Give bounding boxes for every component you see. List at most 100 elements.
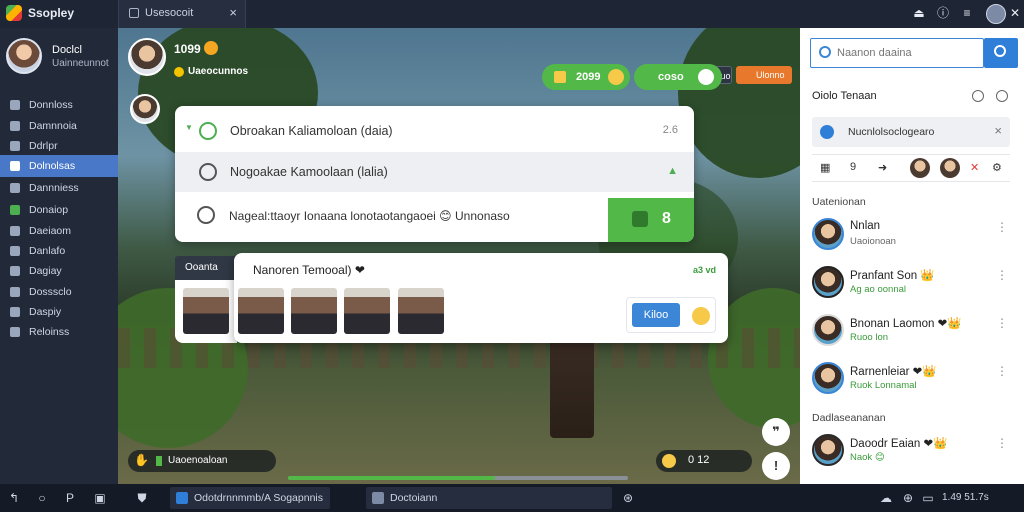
avatar xyxy=(812,218,844,250)
sidebar-item-8[interactable]: Dagiay xyxy=(0,260,118,282)
xp-value: coso xyxy=(658,71,684,83)
chat-bubble-button[interactable]: ❞ xyxy=(762,418,790,446)
more-icon[interactable]: ⋮ xyxy=(996,268,1008,282)
friend-item[interactable]: Rarnenleiar ❤👑 Ruok Lonnamal ⋮ xyxy=(800,358,1024,406)
close-icon[interactable]: × xyxy=(994,123,1002,138)
sidebar-item-1[interactable]: Damnnoia xyxy=(0,115,118,137)
grid-icon[interactable]: ▦ xyxy=(820,161,830,174)
settings-icon[interactable]: ⚙ xyxy=(992,161,1002,174)
friend-item[interactable]: Daoodr Eaian ❤👑 Naok 😊 ⋮ xyxy=(800,430,1024,478)
info-button[interactable]: ! xyxy=(762,452,790,480)
search-icon xyxy=(994,45,1006,57)
level-progress-bar xyxy=(288,476,628,480)
info-icon[interactable]: ⓘ xyxy=(936,6,950,20)
friend-item[interactable]: Nnlan Uaoionoan ⋮ xyxy=(800,214,1024,262)
user-avatar[interactable] xyxy=(986,4,1006,24)
alert-icon[interactable]: ⏏ xyxy=(912,6,926,20)
search-button[interactable] xyxy=(984,38,1018,68)
sidebar-item-label: Damnnoia xyxy=(29,120,77,132)
add-friend-icon[interactable]: ➜ xyxy=(878,161,887,174)
sidebar-item-3[interactable]: Dolnolsas xyxy=(0,155,118,177)
friend-status: Uaoionoan xyxy=(850,236,896,247)
taskbar: ↰ ○ P ▣ ⛊ Odotdrnnmmb/A Sogapnnis Doctoi… xyxy=(0,484,1024,512)
menu-icon[interactable]: ≡ xyxy=(960,6,974,20)
invite-button[interactable]: Kiloo xyxy=(632,303,680,327)
tab-close-icon[interactable]: × xyxy=(229,5,237,20)
teammate-avatar[interactable] xyxy=(130,94,160,124)
section-label: Dadlaseananan xyxy=(812,412,886,424)
friend-name: Bnonan Laomon ❤👑 xyxy=(850,318,962,330)
sidebar-item-7[interactable]: Danlafo xyxy=(0,240,118,262)
quest-reward-block[interactable]: 8 xyxy=(608,198,694,242)
level-progress-fill xyxy=(288,476,496,480)
taskbar-task-label: Odotdrnnmmb/A Sogapnnis xyxy=(194,492,323,504)
sidebar: Doclcl Uainneunnot Donnloss Damnnoia Ddr… xyxy=(0,28,118,484)
more-icon[interactable]: ⋮ xyxy=(996,436,1008,450)
window-icon[interactable]: ▣ xyxy=(94,492,106,504)
profile-avatar[interactable] xyxy=(6,38,42,74)
quest-row[interactable]: Nogoakae Kamoolaan (lalia) ▲ xyxy=(175,152,694,192)
xp-pill[interactable]: coso xyxy=(634,64,722,90)
back-icon[interactable]: ↰ xyxy=(8,492,20,504)
sidebar-item-5[interactable]: Donaiop xyxy=(0,199,118,221)
games-icon xyxy=(10,205,20,215)
sidebar-item-label: Dannniess xyxy=(29,182,79,194)
avatar[interactable] xyxy=(910,158,930,178)
quest-row[interactable]: ▼ Obroakan Kaliamoloan (daia) 2.6 xyxy=(175,111,694,151)
gamepad-icon[interactable]: ⊛ xyxy=(622,492,634,504)
filter-chip[interactable]: Nucnlolsoclogearo × xyxy=(812,117,1010,147)
friend-status: Ruok Lonnamal xyxy=(850,380,917,391)
tab-main[interactable]: Usesocoit × xyxy=(118,0,246,28)
badge-orange[interactable]: Ulonno xyxy=(736,66,792,84)
taskbar-task[interactable]: Odotdrnnmmb/A Sogapnnis xyxy=(170,487,330,509)
app-title: Ssopley xyxy=(28,6,75,20)
sidebar-item-6[interactable]: Daeiaom xyxy=(0,220,118,242)
player-avatar[interactable] xyxy=(128,38,166,76)
avatar[interactable] xyxy=(940,158,960,178)
shield-icon[interactable]: ⛊ xyxy=(136,492,148,504)
hud-chat-bar[interactable]: ✋ Uaoenoaloan xyxy=(128,450,276,472)
hud-stats[interactable]: 0 12 xyxy=(656,450,752,472)
friend-item[interactable]: Bnonan Laomon ❤👑 Ruoo lon ⋮ xyxy=(800,310,1024,358)
party-member-photo[interactable] xyxy=(238,288,284,334)
sidebar-item-label: Dosssclo xyxy=(29,286,72,298)
sidebar-item-label: Reloinss xyxy=(29,326,70,338)
battery-icon[interactable]: ▭ xyxy=(922,492,934,504)
chat-icon[interactable] xyxy=(996,90,1008,102)
sidebar-item-9[interactable]: Dosssclo xyxy=(0,281,118,303)
emoji-icon[interactable] xyxy=(692,307,710,325)
cloud-icon[interactable]: ☁ xyxy=(880,492,892,504)
taskbar-task[interactable]: Doctoiann xyxy=(366,487,612,509)
taskbar-task-label: Doctoiann xyxy=(390,492,438,504)
sidebar-item-label: Dagiay xyxy=(29,265,62,277)
pen-icon[interactable]: P xyxy=(64,492,76,504)
friend-name: Pranfant Son 👑 xyxy=(850,270,935,282)
party-member-photo[interactable] xyxy=(291,288,337,334)
party-member-photo[interactable] xyxy=(398,288,444,334)
close-icon[interactable]: ✕ xyxy=(970,161,979,174)
more-icon[interactable]: ⋮ xyxy=(996,316,1008,330)
friend-name: Nnlan xyxy=(850,220,881,232)
reward-pill[interactable]: 2099 xyxy=(542,64,630,90)
more-icon[interactable]: ⋮ xyxy=(996,364,1008,378)
search-icon[interactable]: ○ xyxy=(36,492,48,504)
quest-emoji-icon xyxy=(197,206,215,224)
friend-name: Rarnenleiar ❤👑 xyxy=(850,366,937,378)
profile-subtitle: Uainneunnot xyxy=(52,58,109,69)
list-icon xyxy=(10,226,20,236)
sidebar-item-10[interactable]: Daspiy xyxy=(0,301,118,323)
more-icon[interactable]: ⋮ xyxy=(996,220,1008,234)
friend-item[interactable]: Pranfant Son 👑 Ag ao oonnal ⋮ xyxy=(800,262,1024,310)
player-character[interactable] xyxy=(550,328,594,438)
pin-icon[interactable] xyxy=(972,90,984,102)
sidebar-item-0[interactable]: Donnloss xyxy=(0,94,118,116)
sidebar-item-4[interactable]: Dannniess xyxy=(0,177,118,199)
close-icon[interactable]: ✕ xyxy=(1008,6,1022,20)
search-input[interactable] xyxy=(837,39,983,67)
sidebar-item-11[interactable]: Reloinss xyxy=(0,321,118,343)
globe-icon[interactable]: ⊕ xyxy=(902,492,914,504)
sidebar-item-2[interactable]: Ddrlpr xyxy=(0,135,118,157)
hand-icon: ✋ xyxy=(134,453,149,467)
party-member-photo[interactable] xyxy=(183,288,229,334)
party-member-photo[interactable] xyxy=(344,288,390,334)
